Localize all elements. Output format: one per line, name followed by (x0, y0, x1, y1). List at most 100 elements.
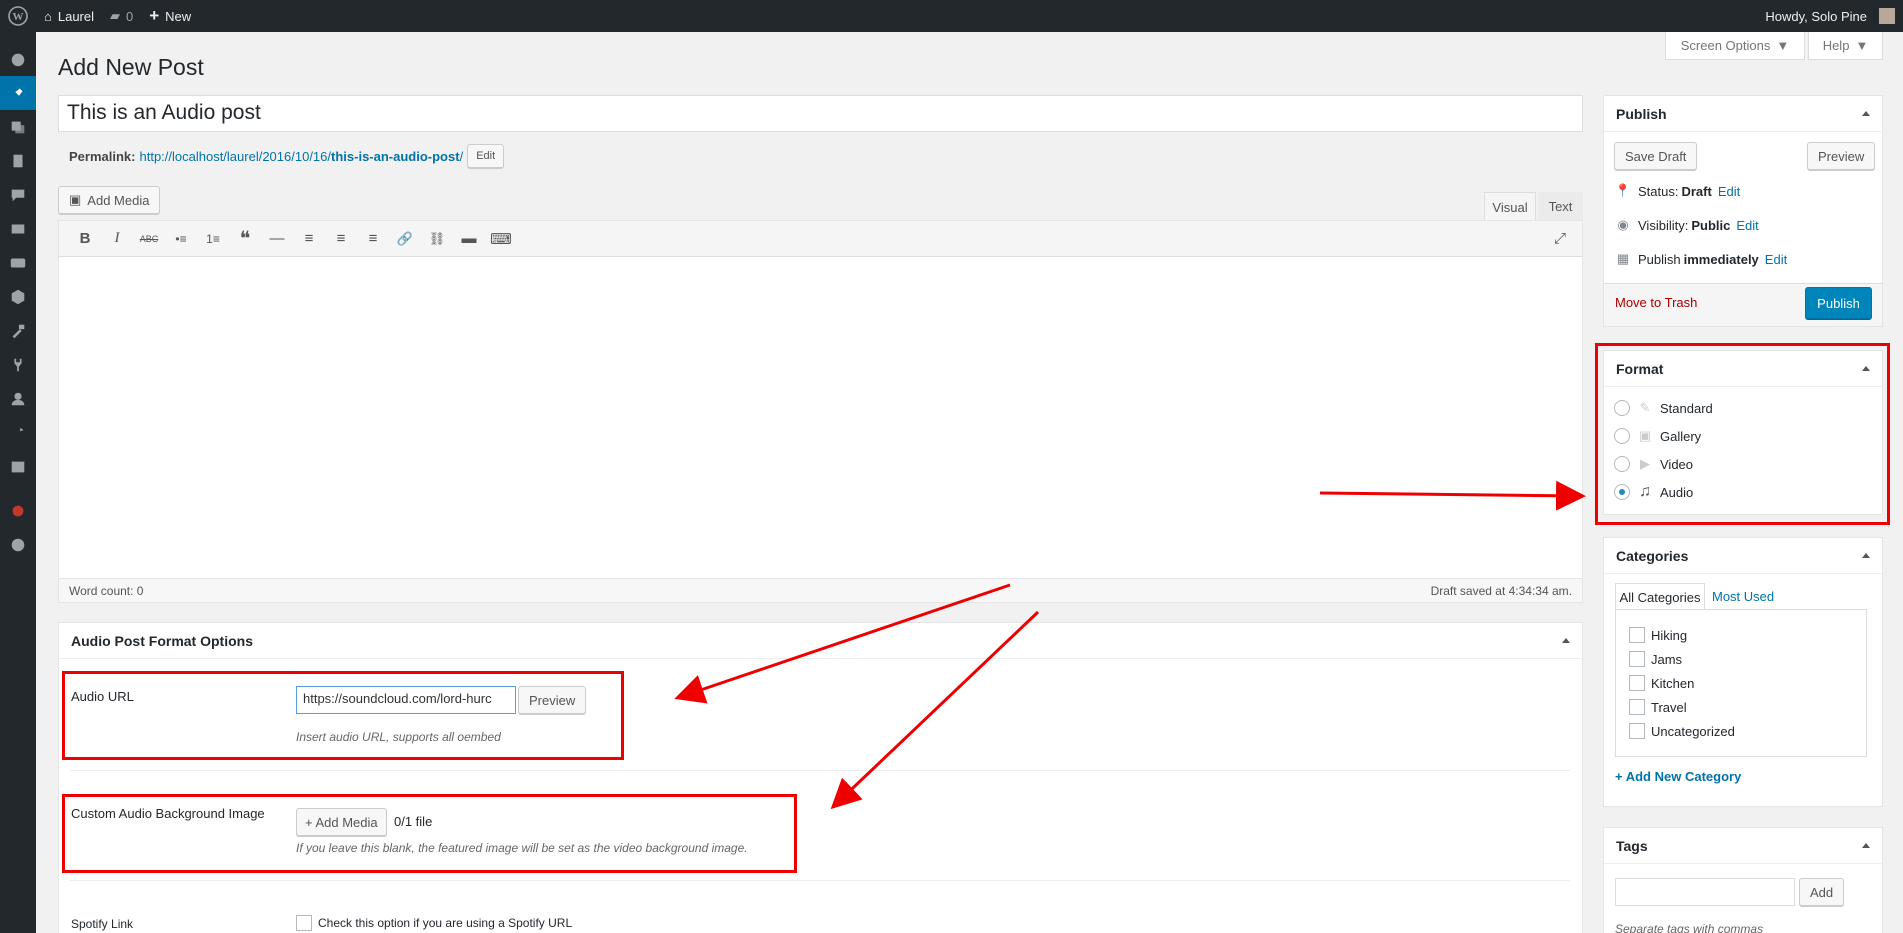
posts-pin-icon[interactable] (0, 76, 36, 110)
home-icon: ⌂ (44, 8, 52, 24)
schedule-edit-link[interactable]: Edit (1765, 252, 1787, 267)
collapse-toggle-icon[interactable] (1562, 638, 1570, 643)
plugins-icon[interactable] (0, 348, 36, 382)
wordpress-logo-icon[interactable]: W (0, 0, 36, 32)
products-icon[interactable] (0, 280, 36, 314)
post-title-input[interactable]: This is an Audio post (58, 95, 1583, 132)
align-right-icon[interactable]: ≡ (357, 225, 389, 253)
align-center-icon[interactable]: ≡ (325, 225, 357, 253)
account-menu[interactable]: Howdy, Solo Pine (1757, 0, 1903, 32)
screen-options-button[interactable]: Screen Options ▼ (1665, 32, 1805, 60)
screen-options-label: Screen Options (1680, 38, 1771, 53)
post-editor[interactable]: B I ABC •≡ 1≡ ❝ — ≡ ≡ ≡ 🔗 ⛓ ▬ ⌨ ⤢ Word c… (58, 220, 1583, 603)
toolbar-toggle-icon[interactable]: ⌨ (485, 225, 517, 253)
italic-icon[interactable]: I (101, 225, 133, 253)
new-content-link[interactable]: + New (141, 0, 199, 32)
new-label: New (165, 8, 192, 24)
category-checkbox[interactable] (1629, 699, 1645, 715)
tab-visual[interactable]: Visual (1484, 192, 1536, 221)
category-item[interactable]: Hiking (1629, 627, 1687, 643)
tab-all-categories[interactable]: All Categories (1615, 583, 1705, 610)
horizontal-line-icon[interactable]: — (261, 225, 293, 253)
add-new-category-link[interactable]: + Add New Category (1615, 769, 1741, 784)
category-item[interactable]: Uncategorized (1629, 723, 1735, 739)
spotify-label: Spotify Link (71, 917, 134, 931)
avatar (1879, 8, 1895, 24)
collapse-menu-icon[interactable] (0, 528, 36, 562)
category-checkbox[interactable] (1629, 723, 1645, 739)
comments-icon[interactable] (0, 178, 36, 212)
site-name-link[interactable]: ⌂ Laurel (36, 0, 102, 32)
audio-options-header[interactable]: Audio Post Format Options (59, 623, 1582, 659)
fullscreen-icon[interactable]: ⤢ (1544, 225, 1576, 253)
plugin-badge-icon[interactable] (0, 494, 36, 528)
publish-header[interactable]: Publish (1604, 96, 1882, 132)
comment-count: 0 (126, 8, 134, 24)
comment-bubble-icon: ▰ (110, 8, 120, 23)
users-icon[interactable] (0, 382, 36, 416)
annotation-box-bg-image (62, 794, 797, 873)
woocommerce-icon[interactable] (0, 246, 36, 280)
permalink-label: Permalink: (69, 148, 136, 164)
tags-header[interactable]: Tags (1604, 828, 1882, 864)
help-button[interactable]: Help ▼ (1808, 32, 1883, 60)
status-edit-link[interactable]: Edit (1718, 184, 1740, 199)
bullet-list-icon[interactable]: •≡ (165, 225, 197, 253)
annotation-box-format (1595, 343, 1890, 525)
collapse-toggle-icon[interactable] (1862, 111, 1870, 116)
strikethrough-icon[interactable]: ABC (133, 225, 165, 253)
save-draft-button[interactable]: Save Draft (1614, 142, 1698, 170)
category-item[interactable]: Travel (1629, 699, 1687, 715)
editor-status-bar: Word count: 0 Draft saved at 4:34:34 am. (59, 578, 1582, 602)
status-row: 📍 Status: Draft Edit (1614, 182, 1740, 200)
category-checkbox[interactable] (1629, 651, 1645, 667)
visibility-value: Public (1691, 217, 1731, 233)
tab-most-used[interactable]: Most Used (1712, 589, 1774, 604)
media-icon[interactable] (0, 110, 36, 144)
mail-icon[interactable] (0, 212, 36, 246)
category-item[interactable]: Kitchen (1629, 675, 1694, 691)
tags-input[interactable] (1615, 878, 1795, 906)
permalink-edit-button[interactable]: Edit (467, 144, 505, 168)
schedule-value: immediately (1683, 251, 1759, 267)
category-label: Travel (1651, 699, 1687, 715)
settings-icon[interactable] (0, 450, 36, 484)
divider (70, 770, 1570, 771)
status-value: Draft (1681, 183, 1712, 199)
collapse-toggle-icon[interactable] (1862, 843, 1870, 848)
unlink-icon[interactable]: ⛓ (421, 225, 453, 253)
read-more-icon[interactable]: ▬ (453, 225, 485, 253)
admin-sidebar (0, 32, 36, 933)
category-label: Uncategorized (1651, 723, 1735, 739)
appearance-icon[interactable] (0, 314, 36, 348)
category-item[interactable]: Jams (1629, 651, 1682, 667)
pages-icon[interactable] (0, 144, 36, 178)
dashboard-icon[interactable] (0, 42, 36, 76)
caret-down-icon: ▼ (1855, 38, 1869, 53)
comments-link[interactable]: ▰ 0 (102, 0, 141, 32)
bold-icon[interactable]: B (69, 225, 101, 253)
category-checkbox[interactable] (1629, 675, 1645, 691)
spotify-checkbox[interactable] (296, 915, 312, 931)
categories-header[interactable]: Categories (1604, 538, 1882, 574)
add-media-button[interactable]: ▣ Add Media (58, 186, 161, 214)
category-label: Hiking (1651, 627, 1688, 643)
permalink-link[interactable]: http://localhost/laurel/2016/10/16/this-… (139, 149, 463, 164)
tab-text[interactable]: Text (1538, 192, 1583, 221)
plus-icon: + (149, 6, 160, 25)
audio-options-title: Audio Post Format Options (71, 632, 253, 649)
spotify-option[interactable]: Check this option if you are using a Spo… (296, 915, 572, 931)
link-icon[interactable]: 🔗 (389, 225, 421, 253)
add-tag-button[interactable]: Add (1799, 878, 1845, 906)
numbered-list-icon[interactable]: 1≡ (197, 225, 229, 253)
publish-button[interactable]: Publish (1805, 287, 1872, 319)
collapse-toggle-icon[interactable] (1862, 553, 1870, 558)
visibility-edit-link[interactable]: Edit (1736, 218, 1758, 233)
preview-button[interactable]: Preview (1807, 142, 1876, 170)
tools-icon[interactable] (0, 416, 36, 450)
blockquote-icon[interactable]: ❝ (229, 225, 261, 253)
category-checkbox[interactable] (1629, 627, 1645, 643)
status-label: Status: (1638, 183, 1679, 199)
move-to-trash-link[interactable]: Move to Trash (1615, 295, 1697, 310)
align-left-icon[interactable]: ≡ (293, 225, 325, 253)
